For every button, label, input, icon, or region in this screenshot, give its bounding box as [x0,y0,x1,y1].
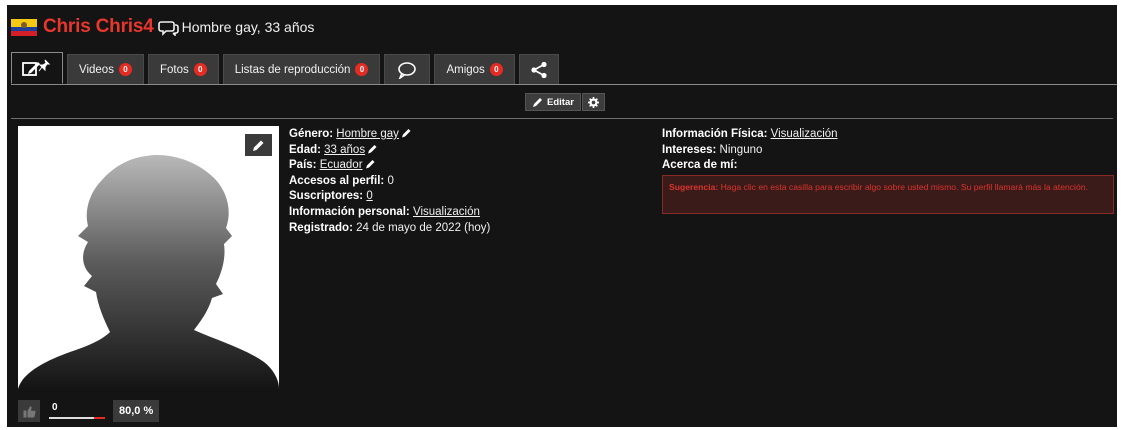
tab-videos-label: Videos [79,63,114,76]
country-value-link[interactable]: Ecuador [320,159,363,171]
profile-info-right: Información Física: Visualización Intere… [662,127,1112,174]
physical-info-link[interactable]: Visualización [771,128,838,140]
about-me-row: Acerca de mí: [662,158,1112,174]
chat-icon [157,21,179,36]
profile-views-row: Accesos al perfil: 0 [289,174,619,190]
age-label: Edad: [289,143,321,156]
edit-pin-icon [22,59,51,76]
gender-label: Género: [289,128,334,140]
friends-count-badge: 0 [489,63,503,76]
pencil-icon [533,97,542,107]
like-count: 0 [49,400,105,422]
subscribers-value-link[interactable]: 0 [366,190,372,202]
ecuador-flag-icon [11,18,37,36]
pencil-icon[interactable] [401,128,412,138]
profile-views-value: 0 [387,174,394,187]
registered-label: Registrado: [289,221,353,234]
share-icon [531,61,547,78]
profile-avatar[interactable] [18,126,279,389]
rating-percent: 80,0 % [113,400,160,422]
profile-settings-button[interactable] [581,93,605,111]
personal-info-row: Información personal: Visualización [289,205,619,221]
content-divider [11,118,1113,119]
physical-info-label: Información Física: [662,128,768,140]
tab-friends-label: Amigos [446,63,485,76]
suggestion-text: Haga clic en esta casilla para escribir … [720,182,1088,192]
tab-messages[interactable] [384,54,431,84]
pencil-icon [253,140,264,151]
tab-videos[interactable]: Videos 0 [67,54,144,84]
photos-count-badge: 0 [193,63,207,76]
tabs-underline [11,84,1117,85]
interests-label: Intereses: [662,143,717,156]
videos-count-badge: 0 [118,63,132,76]
age-value-link[interactable]: 33 años [324,144,365,156]
edit-profile-button[interactable]: Editar [525,93,581,111]
thumbs-up-icon [23,405,36,417]
gear-icon [587,96,599,108]
about-me-label: Acerca de mí: [662,159,738,172]
age-row: Edad: 33 años [289,143,619,159]
rating-progress [49,417,105,419]
registered-row: Registrado: 24 de mayo de 2022 (hoy) [289,221,619,237]
physical-info-row: Información Física: Visualización [662,127,1112,143]
subscribers-label: Suscriptores: [289,190,364,203]
pencil-icon[interactable] [367,144,378,154]
registered-value: 24 de mayo de 2022 (hoy) [356,221,491,234]
country-row: País: Ecuador [289,158,619,174]
interests-value: Ninguno [719,143,763,156]
rating-bar: 0 80,0 % [18,400,160,422]
profile-info-left: Género: Hombre gay Edad: 33 años País: E… [289,127,619,236]
tab-playlists[interactable]: Listas de reproducción 0 [222,54,381,84]
tab-playlists-label: Listas de reproducción [234,63,351,76]
profile-panel: Chris Chris4 Hombre gay, 33 años Videos … [7,5,1117,427]
tab-edit-profile[interactable] [11,52,63,84]
tab-photos[interactable]: Fotos 0 [147,54,219,84]
chat-bubble-icon [398,61,417,79]
pencil-icon[interactable] [365,159,376,169]
username[interactable]: Chris Chris4 [43,16,154,38]
playlists-count-badge: 0 [355,63,369,76]
tab-friends[interactable]: Amigos 0 [434,54,515,84]
personal-info-link[interactable]: Visualización [413,206,480,218]
profile-subtitle: Hombre gay, 33 años [181,19,315,35]
tab-photos-label: Fotos [159,63,189,76]
profile-tabs: Videos 0 Fotos 0 Listas de reproducción … [11,52,563,84]
edit-toolbar: Editar [525,93,605,111]
profile-header: Chris Chris4 Hombre gay, 33 años [11,15,314,39]
default-avatar-silhouette [18,154,279,389]
gender-row: Género: Hombre gay [289,127,619,143]
like-button[interactable] [18,400,40,422]
edit-avatar-button[interactable] [245,134,272,156]
tab-share[interactable] [518,54,559,84]
personal-info-label: Información personal: [289,205,410,218]
interests-row: Intereses: Ninguno [662,143,1112,159]
subscribers-row: Suscriptores: 0 [289,189,619,205]
country-label: País: [289,159,317,172]
like-count-value: 0 [52,402,58,413]
gender-value-link[interactable]: Hombre gay [336,128,399,140]
suggestion-label: Sugerencia: [669,182,719,192]
profile-views-label: Accesos al perfil: [289,174,385,187]
about-me-suggestion-box[interactable]: Sugerencia: Haga clic en esta casilla pa… [662,175,1114,214]
rating-progress-fill [49,417,94,419]
edit-button-label: Editar [547,96,574,108]
